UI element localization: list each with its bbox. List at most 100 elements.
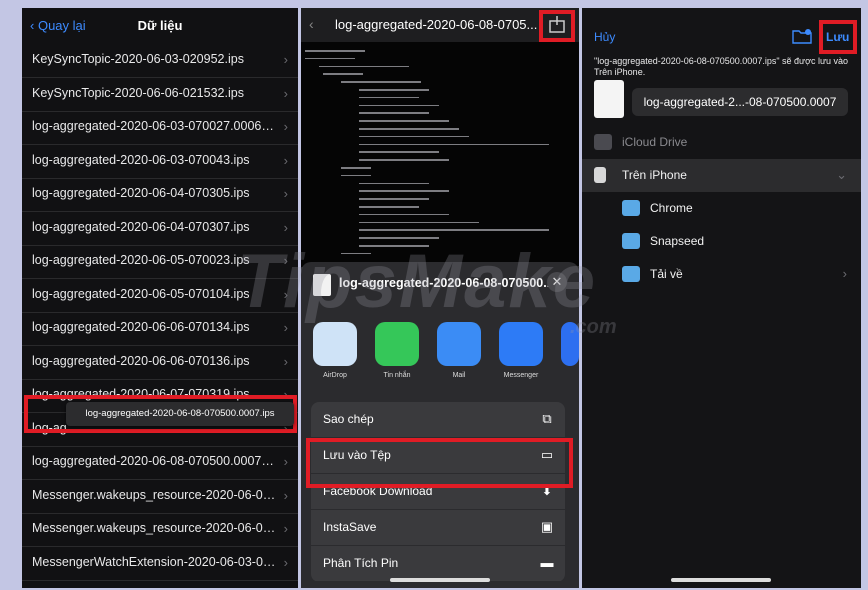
share-app-label: Messenger bbox=[503, 372, 539, 379]
messenger-icon bbox=[499, 322, 543, 366]
files-header: ‹ Quay lại Dữ liệu bbox=[22, 8, 298, 44]
cancel-button[interactable]: Hủy bbox=[594, 30, 615, 44]
share-action-label: Sao chép bbox=[323, 412, 374, 426]
app-icon bbox=[561, 322, 579, 366]
xml-text-line bbox=[359, 112, 429, 114]
xml-text-line bbox=[341, 81, 421, 83]
location-row[interactable]: Snapseed bbox=[582, 225, 861, 258]
share-action[interactable]: Sao chép ⧉ bbox=[311, 402, 565, 438]
file-row[interactable]: Messenger.wakeups_resource-2020-06-05-..… bbox=[22, 513, 298, 547]
chevron-right-icon: › bbox=[283, 119, 288, 134]
share-app-mail[interactable]: Mail bbox=[437, 322, 481, 379]
xml-text-line bbox=[359, 128, 459, 130]
document-icon bbox=[313, 274, 331, 296]
chevron-right-icon: › bbox=[283, 353, 288, 369]
share-app-label: Tin nhắn bbox=[383, 372, 411, 379]
share-app-messenger[interactable]: Messenger bbox=[499, 322, 543, 379]
file-name: log-aggregated-2020-06-05-070023.ips bbox=[32, 253, 250, 267]
chevron-right-icon: › bbox=[842, 266, 847, 281]
xml-text-line bbox=[305, 50, 365, 52]
location-label: Tải về bbox=[650, 267, 683, 281]
share-action[interactable]: InstaSave ▣ bbox=[311, 510, 565, 546]
location-row[interactable]: Trên iPhone ⌄ bbox=[582, 159, 861, 192]
chevron-right-icon: › bbox=[283, 454, 288, 469]
share-actions: Sao chép ⧉ Lưu vào Tệp ▭ Facebook Download ⬇ I… bbox=[311, 402, 565, 582]
file-row[interactable]: log-aggregated-2020-06-05-070104.ips › bbox=[22, 279, 298, 313]
xml-text-line bbox=[359, 143, 549, 146]
location-row[interactable]: Tải về › bbox=[582, 258, 861, 291]
file-row[interactable]: KeySyncTopic-2020-06-03-020952.ips › bbox=[22, 44, 298, 78]
xml-text-line bbox=[359, 213, 449, 216]
files-panel: ‹ Quay lại Dữ liệu KeySyncTopic-2020-06-… bbox=[22, 8, 298, 588]
file-preview bbox=[594, 80, 624, 118]
chevron-down-icon: ⌄ bbox=[836, 167, 847, 182]
battery-icon: ▬ bbox=[540, 555, 554, 570]
xml-text-line bbox=[341, 252, 371, 255]
share-app-more[interactable] bbox=[561, 322, 579, 366]
highlight-save-to-files-box bbox=[306, 438, 573, 488]
viewer-header: ‹ log-aggregated-2020-06-08-0705... bbox=[301, 8, 579, 42]
file-row[interactable]: KeySyncTopic-2020-06-06-021532.ips › bbox=[22, 78, 298, 112]
close-icon[interactable]: ✕ bbox=[547, 272, 567, 292]
file-row[interactable]: log-aggregated-2020-06-08-070500.0007.i.… bbox=[22, 446, 298, 480]
xml-text-line bbox=[323, 73, 363, 75]
file-row[interactable]: log-aggregated-2020-06-04-070305.ips › bbox=[22, 178, 298, 212]
file-row[interactable]: log-aggregated-2020-06-05-070023.ips › bbox=[22, 245, 298, 279]
xml-text-line bbox=[359, 229, 549, 231]
viewer-back-icon[interactable]: ‹ bbox=[309, 16, 314, 32]
file-row[interactable]: Messenger.wakeups_resource-2020-06-05-..… bbox=[22, 480, 298, 514]
file-name: log-aggregated-2020-06-08-070500.0007.i.… bbox=[32, 454, 277, 468]
chevron-right-icon: › bbox=[283, 487, 288, 503]
chevron-right-icon: › bbox=[283, 85, 288, 101]
messages-icon bbox=[375, 322, 419, 366]
file-row[interactable]: log-aggregated-2020-06-04-070307.ips › bbox=[22, 212, 298, 246]
file-name: log-aggregated-2020-06-06-070134.ips bbox=[32, 320, 250, 334]
file-row[interactable]: MessengerWatchExtension-2020-06-03-07...… bbox=[22, 547, 298, 581]
xml-text-line bbox=[359, 135, 469, 138]
xml-text-line bbox=[359, 206, 419, 208]
new-folder-icon[interactable] bbox=[792, 28, 812, 44]
share-app-label: AirDrop bbox=[323, 372, 347, 379]
file-name: Messenger.wakeups_resource-2020-06-05-..… bbox=[32, 487, 277, 502]
location-row[interactable]: iCloud Drive bbox=[582, 126, 861, 159]
share-action-label: InstaSave bbox=[323, 520, 377, 534]
location-label: Chrome bbox=[650, 201, 693, 215]
file-name: log-aggregated-2020-06-03-070027.0006.i.… bbox=[32, 119, 277, 133]
file-row[interactable]: log-aggregated-2020-06-03-070027.0006.i.… bbox=[22, 111, 298, 145]
screenshot-frame: ‹ Quay lại Dữ liệu KeySyncTopic-2020-06-… bbox=[0, 0, 868, 590]
file-name: KeySyncTopic-2020-06-06-021532.ips bbox=[32, 85, 244, 100]
file-name-field[interactable]: log-aggregated-2...-08-070500.0007 bbox=[632, 88, 848, 116]
xml-text-line bbox=[359, 221, 479, 224]
viewer-title: log-aggregated-2020-06-08-0705... bbox=[335, 17, 538, 32]
file-row[interactable]: log-aggregated-2020-06-06-070134.ips › bbox=[22, 312, 298, 346]
share-app-messages[interactable]: Tin nhắn bbox=[375, 322, 419, 379]
file-name: log-aggregated-2020-06-06-070136.ips bbox=[32, 353, 250, 368]
home-indicator bbox=[390, 578, 490, 582]
folder-icon bbox=[622, 200, 640, 216]
chevron-right-icon: › bbox=[283, 521, 288, 536]
file-name: log-aggregated-2020-06-04-070305.ips bbox=[32, 186, 250, 200]
file-name: KeySyncTopic-2020-06-03-020952.ips bbox=[32, 52, 244, 66]
files-title: Dữ liệu bbox=[137, 18, 183, 33]
share-app-label: Mail bbox=[452, 372, 466, 379]
xml-text-line bbox=[359, 198, 429, 200]
xml-text-line bbox=[359, 104, 439, 107]
xml-text-line bbox=[359, 159, 449, 161]
chevron-right-icon: › bbox=[283, 320, 288, 335]
chevron-right-icon: › bbox=[283, 219, 288, 235]
copy-icon: ⧉ bbox=[542, 411, 552, 426]
xml-text-line bbox=[305, 57, 355, 60]
chevron-right-icon: › bbox=[283, 186, 288, 201]
share-app-airdrop[interactable]: AirDrop bbox=[313, 322, 357, 379]
file-row[interactable]: log-aggregated-2020-06-03-070043.ips › bbox=[22, 145, 298, 179]
share-action[interactable]: Phân Tích Pin ▬ bbox=[311, 546, 565, 582]
highlight-save-box bbox=[819, 20, 857, 54]
folder-icon bbox=[622, 266, 640, 282]
highlight-share-box bbox=[539, 10, 575, 42]
share-action-label: Phân Tích Pin bbox=[323, 556, 399, 570]
xml-text-line bbox=[319, 65, 409, 68]
xml-text-line bbox=[359, 120, 449, 122]
file-row[interactable]: log-aggregated-2020-06-06-070136.ips › bbox=[22, 346, 298, 380]
location-row[interactable]: Chrome bbox=[582, 192, 861, 225]
file-row[interactable]: MessengerWatchExtension-2020-06-03-14...… bbox=[22, 580, 298, 588]
